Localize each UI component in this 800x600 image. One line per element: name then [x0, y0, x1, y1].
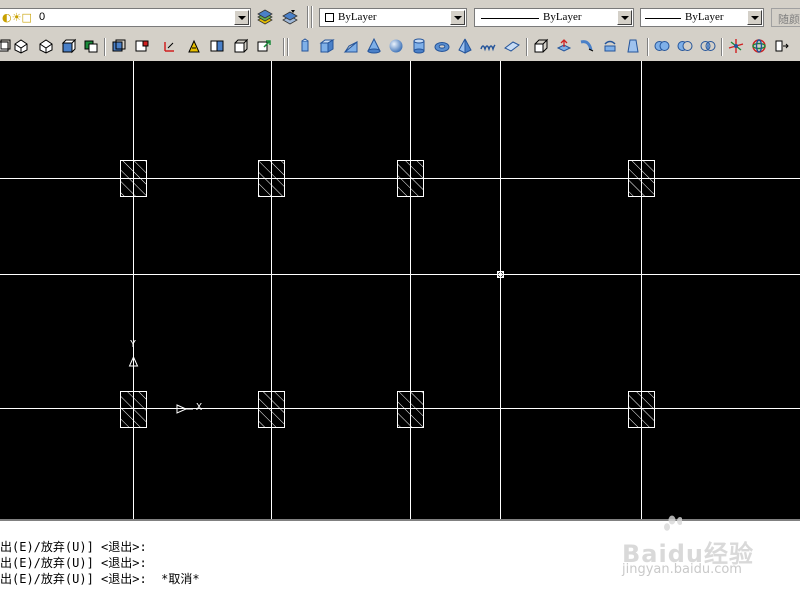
chevron-down-icon[interactable]	[450, 10, 465, 25]
cylinder-icon[interactable]	[411, 38, 427, 54]
ucs-x-label: X	[196, 402, 203, 413]
cone-icon[interactable]	[366, 38, 382, 54]
lineweight-dropdown[interactable]: ByLayer	[640, 8, 764, 27]
sweep-icon[interactable]	[579, 38, 595, 54]
toolbar-separator	[307, 6, 309, 28]
walk-icon[interactable]	[186, 38, 202, 54]
chevron-down-icon[interactable]	[234, 10, 249, 25]
front-view-icon[interactable]	[38, 38, 54, 54]
wedge-icon[interactable]	[343, 38, 359, 54]
lineweight-value: ByLayer	[685, 11, 724, 23]
toolbar-separator	[721, 38, 723, 56]
named-views-icon[interactable]	[134, 38, 150, 54]
presspull-icon[interactable]	[556, 38, 572, 54]
orbit-box-icon[interactable]	[232, 38, 248, 54]
3d-move-icon[interactable]	[728, 38, 744, 54]
toolbar-separator	[526, 38, 528, 56]
color-swatch	[325, 13, 334, 22]
layer-previous-icon[interactable]	[280, 8, 300, 27]
plotstyle-dropdown[interactable]: 随颜色	[771, 8, 800, 27]
iso-view-icon[interactable]	[83, 38, 99, 54]
layer-dropdown[interactable]: ◐☀□ 0	[0, 8, 251, 27]
union-icon[interactable]	[654, 38, 670, 54]
pyramid-icon[interactable]	[457, 38, 473, 54]
toolbar-separator	[283, 38, 285, 56]
fly-icon[interactable]	[209, 38, 225, 54]
3d-rotate-icon[interactable]	[751, 38, 767, 54]
toolbar-separator	[287, 38, 289, 56]
linetype-preview	[481, 18, 539, 19]
plotstyle-value: 随颜色	[778, 13, 800, 26]
revolve-icon[interactable]	[602, 38, 618, 54]
top-view-icon[interactable]	[13, 38, 29, 54]
extrude-icon[interactable]	[533, 38, 549, 54]
chevron-down-icon[interactable]	[617, 10, 632, 25]
sphere-icon[interactable]	[388, 38, 404, 54]
watermark-url: jingyan.baidu.com	[622, 562, 742, 577]
modeling-toolbar	[0, 34, 800, 60]
layer-name: 0	[39, 11, 46, 23]
planar-surface-icon[interactable]	[504, 38, 520, 54]
properties-toolbar: ◐☀□ 0 ByLayer ByLayer ByLayer 随颜色	[0, 0, 800, 35]
helix-icon[interactable]	[480, 38, 496, 54]
toolbar-separator	[311, 6, 313, 28]
linetype-dropdown[interactable]: ByLayer	[474, 8, 634, 27]
linetype-value: ByLayer	[543, 11, 582, 23]
intersect-icon[interactable]	[700, 38, 716, 54]
box-icon[interactable]	[319, 38, 335, 54]
side-view-icon[interactable]	[60, 38, 76, 54]
color-value: ByLayer	[338, 11, 377, 23]
toolbar-separator	[647, 38, 649, 56]
torus-icon[interactable]	[434, 38, 450, 54]
drawing-canvas[interactable]: Y X	[0, 61, 800, 519]
toolbar-separator	[104, 38, 106, 56]
ucs-icon[interactable]	[162, 38, 178, 54]
layer-state-icons: ◐☀□	[2, 11, 32, 24]
chevron-down-icon[interactable]	[747, 10, 762, 25]
camera-view-icon[interactable]	[111, 38, 127, 54]
polysolid-icon[interactable]	[297, 38, 313, 54]
make-current-layer-icon[interactable]	[255, 8, 275, 27]
drawing-geometry	[0, 61, 800, 519]
loft-icon[interactable]	[625, 38, 641, 54]
refresh-icon[interactable]	[256, 38, 272, 54]
lineweight-preview	[645, 18, 681, 19]
color-dropdown[interactable]: ByLayer	[319, 8, 467, 27]
command-history-line: 出(E)/放弃(U)] <退出>:	[0, 540, 147, 554]
command-history-line: 出(E)/放弃(U)] <退出>: *取消*	[0, 572, 200, 586]
subtract-icon[interactable]	[677, 38, 693, 54]
view-icon[interactable]	[0, 38, 12, 54]
watermark: Baidu经验 jingyan.baidu.com	[612, 512, 798, 598]
command-history-line: 出(E)/放弃(U)] <退出>:	[0, 556, 147, 570]
3d-align-icon[interactable]	[774, 38, 790, 54]
ucs-y-label: Y	[130, 339, 137, 350]
